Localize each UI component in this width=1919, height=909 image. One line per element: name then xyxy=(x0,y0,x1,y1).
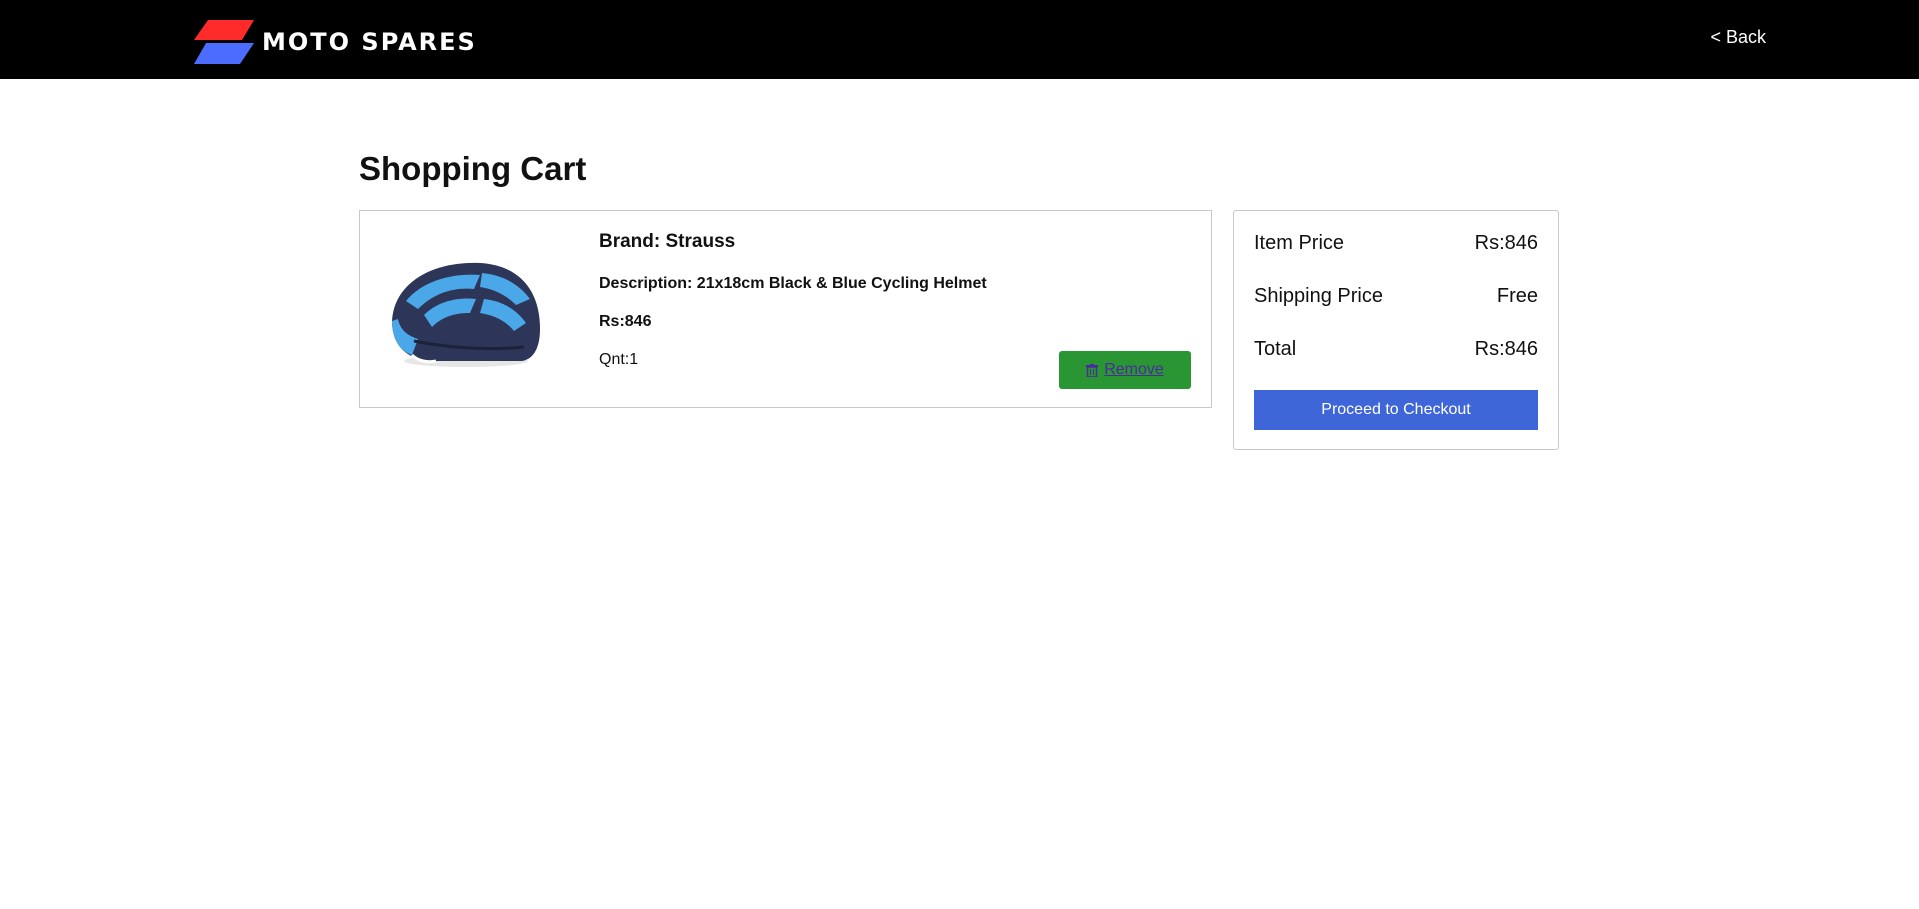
remove-button[interactable]: Remove xyxy=(1059,351,1191,389)
brand-label: Brand: xyxy=(599,231,666,252)
trash-icon xyxy=(1086,363,1099,377)
description-value: 21x18cm Black & Blue Cycling Helmet xyxy=(696,275,987,292)
proceed-to-checkout-button[interactable]: Proceed to Checkout xyxy=(1254,390,1538,430)
item-brand: Brand: Strauss xyxy=(599,231,987,253)
brand-name: MOTO SPARES xyxy=(262,28,477,56)
moto-spares-logo-icon xyxy=(194,20,254,64)
item-price-label: Item Price xyxy=(1254,232,1345,254)
item-description: Description: 21x18cm Black & Blue Cyclin… xyxy=(599,275,987,293)
item-price: Rs:846 xyxy=(599,313,652,330)
shipping-price-value: Free xyxy=(1496,285,1538,307)
order-summary: Item Price Rs:846 Shipping Price Free To… xyxy=(1233,210,1559,450)
logo[interactable]: MOTO SPARES xyxy=(194,20,477,64)
shipping-price-label: Shipping Price xyxy=(1254,285,1383,307)
total-label: Total xyxy=(1254,338,1297,360)
item-price-row: Item Price Rs:846 xyxy=(1254,232,1538,255)
brand-value: Strauss xyxy=(665,231,736,252)
back-link[interactable]: < Back xyxy=(1710,27,1766,48)
total-value: Rs:846 xyxy=(1474,338,1538,360)
top-navbar: MOTO SPARES < Back xyxy=(0,0,1919,79)
quantity-label: Qnt: xyxy=(599,351,630,368)
cycling-helmet-image xyxy=(392,262,540,367)
quantity-value: 1 xyxy=(629,351,639,368)
total-row: Total Rs:846 xyxy=(1254,338,1538,361)
shipping-price-row: Shipping Price Free xyxy=(1254,285,1538,308)
description-label: Description: xyxy=(599,275,697,292)
page-title: Shopping Cart xyxy=(359,150,587,187)
item-price-value: Rs:846 xyxy=(1474,232,1538,254)
remove-label: Remove xyxy=(1104,361,1164,378)
item-details: Brand: Strauss Description: 21x18cm Blac… xyxy=(599,231,987,369)
item-quantity: Qnt:1 xyxy=(599,351,987,369)
cart-item: Brand: Strauss Description: 21x18cm Blac… xyxy=(359,210,1212,408)
